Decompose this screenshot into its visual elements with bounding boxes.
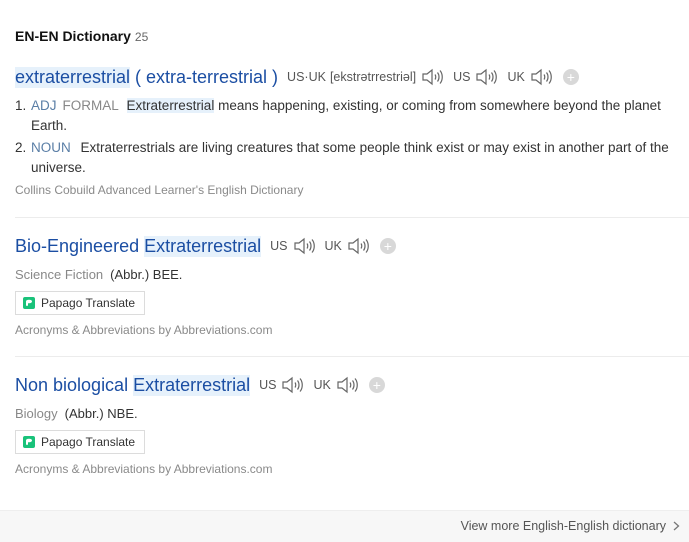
dictionary-source: Acronyms & Abbreviations by Abbreviation… [15,323,273,337]
ipa-text: [ekstrətrrestriəl] [329,70,417,84]
category-row: Biology (Abbr.) NBE. [15,406,689,421]
pronunciation-uk: UK [507,67,552,87]
entry-headline: Bio-Engineered Extraterrestrial US UK + [15,234,689,258]
us-label: US [453,70,471,84]
entry-headline: Non biological Extraterrestrial US UK + [15,373,689,397]
entry-extraterrestrial: extraterrestrial ( extra-terrestrial ) U… [15,65,689,197]
translate-row: Papago Translate [15,430,689,454]
speaker-icon[interactable] [474,67,498,87]
papago-icon [23,297,35,309]
category-label: Science Fiction [15,267,104,282]
uk-label: UK [313,378,331,392]
us-label: US [259,378,277,392]
divider [15,217,689,218]
view-more-label: View more English-English dictionary [460,519,666,533]
footer-bar: View more English-English dictionary [0,510,689,542]
entry-word-highlight[interactable]: Extraterrestrial [133,374,251,396]
entry-variant[interactable]: ( extra-terrestrial ) [135,67,278,88]
entry-non-biological-extraterrestrial: Non biological Extraterrestrial US UK + … [15,373,689,476]
abbreviation-text: (Abbr.) BEE. [110,267,183,282]
definition-text: means happening, existing, or coming fro… [31,98,661,133]
papago-translate-label: Papago Translate [41,435,136,449]
definition-text: Extraterrestrials are living creatures t… [31,140,669,175]
category-label: Biology [15,406,58,421]
pronunciation-uk: UK [325,236,370,256]
part-of-speech: ADJ [31,98,57,113]
definition-keyword: Extraterrestrial [126,98,215,113]
dictionary-source: Acronyms & Abbreviations by Abbreviation… [15,462,273,476]
plus-icon[interactable]: + [368,377,385,393]
pronunciation-us: US [453,67,498,87]
result-count: 25 [134,30,149,44]
entry-word-highlight[interactable]: Extraterrestrial [144,235,262,257]
entry-headline: extraterrestrial ( extra-terrestrial ) U… [15,65,689,89]
entry-word-link[interactable]: Non biological [15,375,128,396]
entry-bio-engineered-extraterrestrial: Bio-Engineered Extraterrestrial US UK + … [15,234,689,337]
definition-item: 1. ADJ FORMAL Extraterrestrial means happ… [15,96,687,136]
pronunciation-us-uk: US·UK [ekstrətrrestriəl] [287,67,444,87]
definition-list: 1. ADJ FORMAL Extraterrestrial means happ… [15,96,687,178]
uk-label: UK [507,70,525,84]
view-more-link[interactable]: View more English-English dictionary [461,519,680,533]
category-row: Science Fiction (Abbr.) BEE. [15,267,689,282]
pronunciation-us: US [259,375,304,395]
speaker-icon[interactable] [280,375,304,395]
papago-translate-label: Papago Translate [41,296,136,310]
papago-icon [23,436,35,448]
entry-word-link[interactable]: extraterrestrial [15,66,131,88]
definition-number: 1. [15,98,27,113]
pronunciation-uk: UK [313,375,358,395]
divider [15,356,689,357]
pronunciation-us: US [270,236,315,256]
section-title: EN-EN Dictionary 25 [15,28,148,44]
plus-icon[interactable]: + [562,69,579,85]
section-title-text: EN-EN Dictionary [15,28,131,44]
chevron-right-icon [673,521,680,531]
papago-translate-button[interactable]: Papago Translate [15,430,146,454]
speaker-icon[interactable] [420,67,444,87]
speaker-icon[interactable] [335,375,359,395]
papago-translate-button[interactable]: Papago Translate [15,291,146,315]
entry-word-link[interactable]: Bio-Engineered [15,236,139,257]
speaker-icon[interactable] [346,236,370,256]
plus-icon[interactable]: + [379,238,396,254]
translate-row: Papago Translate [15,291,689,315]
uk-label: UK [324,239,342,253]
register-tag: FORMAL [62,98,119,113]
abbreviation-text: (Abbr.) NBE. [64,406,138,421]
dictionary-source: Collins Cobuild Advanced Learner's Engli… [15,183,304,197]
part-of-speech: NOUN [31,140,71,155]
speaker-icon[interactable] [292,236,316,256]
definition-item: 2. NOUN Extraterrestrials are living cre… [15,138,687,178]
us-label: US [270,239,288,253]
speaker-icon[interactable] [529,67,553,87]
pron-label: US·UK [287,70,326,84]
definition-number: 2. [15,140,27,155]
